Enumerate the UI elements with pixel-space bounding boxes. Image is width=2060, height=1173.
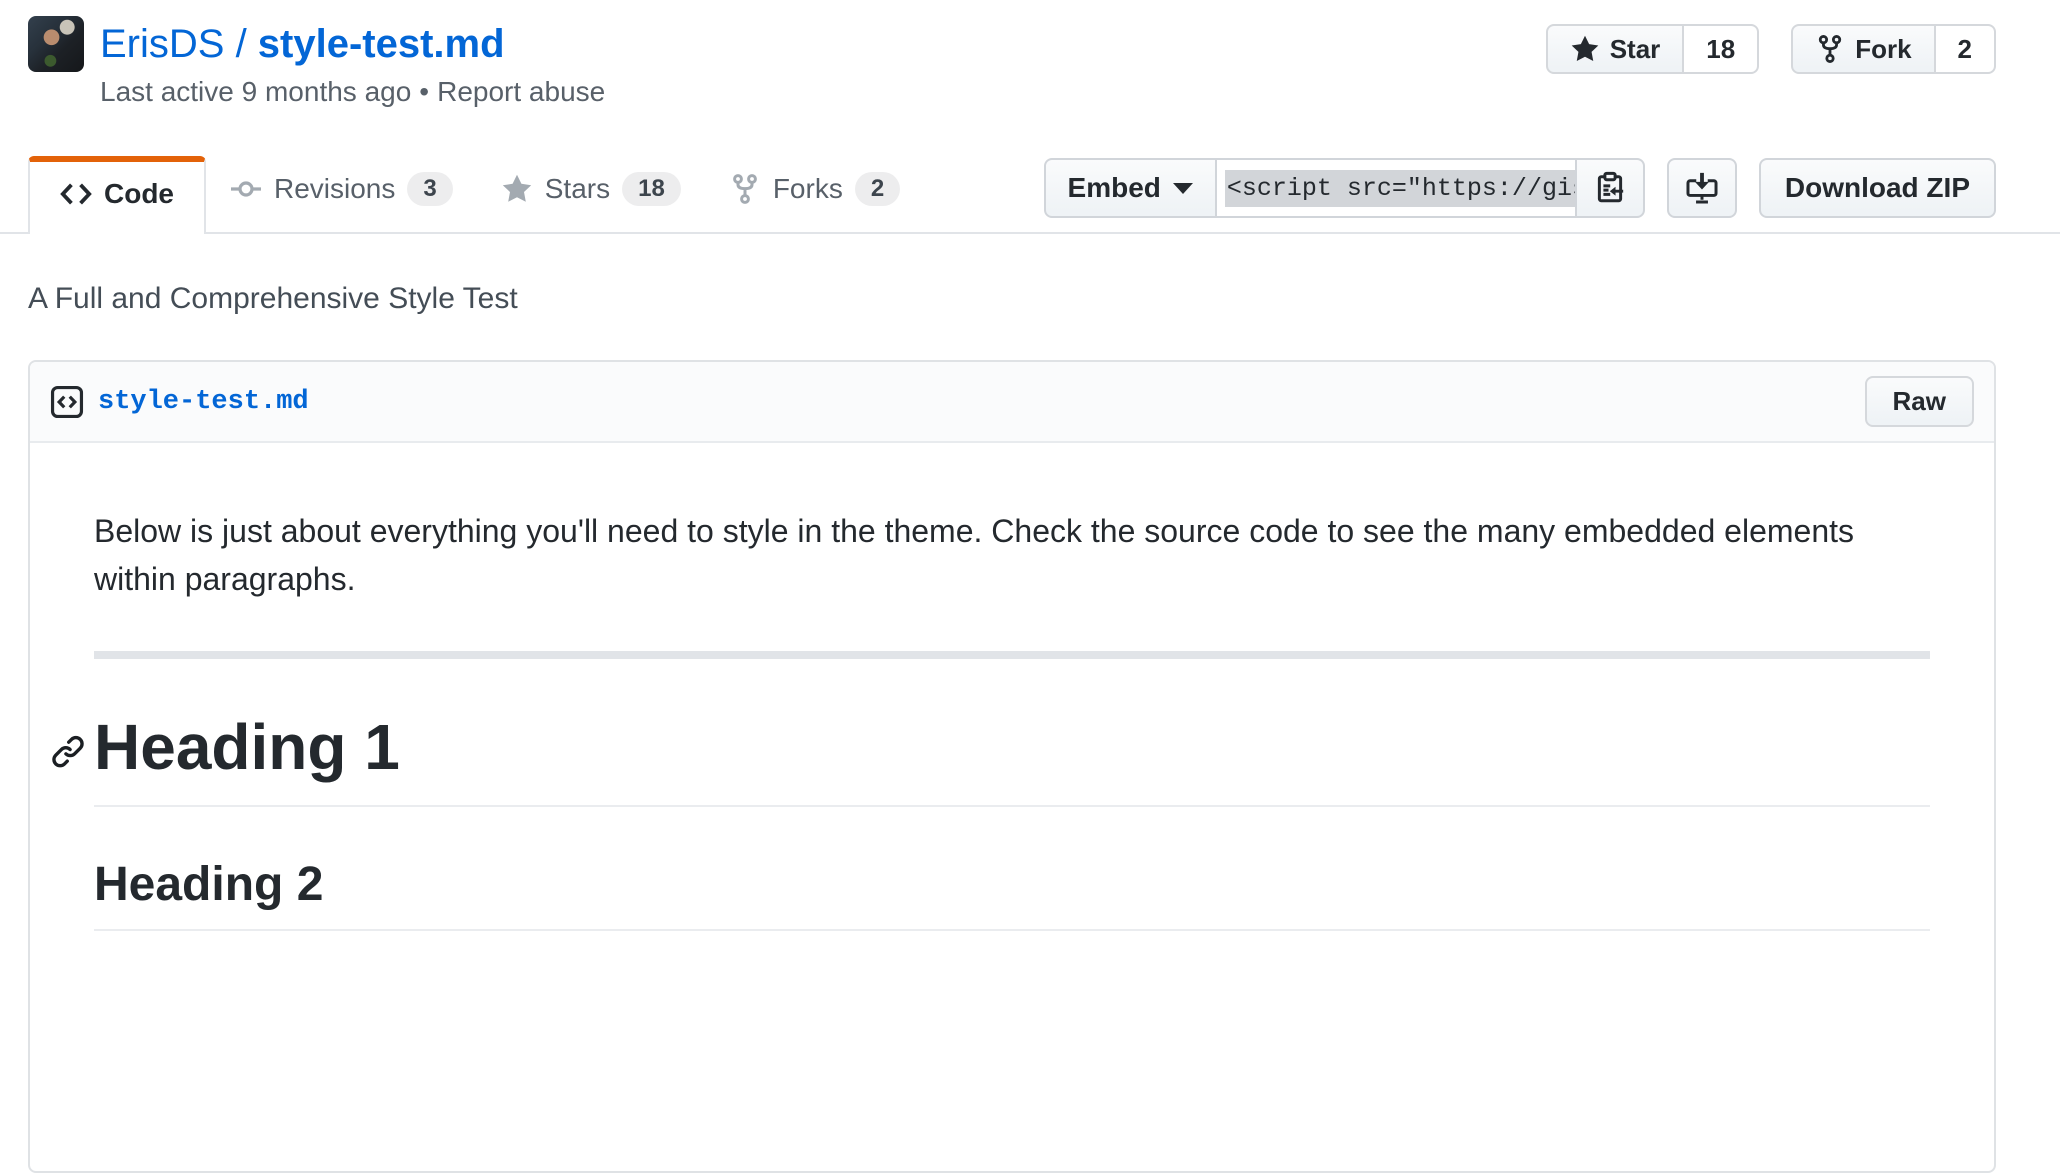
file-name-link[interactable]: style-test.md (98, 387, 309, 417)
gist-subtitle: Last active 9 months ago • Report abuse (100, 76, 605, 108)
gist-filename-link[interactable]: style-test.md (258, 22, 505, 66)
embed-input-group: Embed <script src="https://gist. (1044, 158, 1645, 218)
fork-label: Fork (1855, 34, 1911, 64)
star-label: Star (1610, 34, 1661, 64)
fork-icon (729, 173, 761, 205)
code-icon (60, 178, 92, 210)
embed-code-input[interactable]: <script src="https://gist. (1217, 158, 1575, 218)
stars-counter: 18 (622, 172, 681, 206)
tab-revisions-label: Revisions (274, 173, 395, 205)
tab-stars[interactable]: Stars 18 (477, 152, 705, 232)
heading-2-text: Heading 2 (94, 858, 323, 911)
header-actions: Star 18 Fork 2 (1546, 16, 1996, 74)
embed-dropdown-label: Embed (1068, 172, 1161, 204)
tab-revisions[interactable]: Revisions 3 (206, 152, 477, 232)
header-left: ErisDS / style-test.md Last active 9 mon… (28, 16, 605, 108)
fork-count[interactable]: 2 (1936, 24, 1996, 74)
tab-forks[interactable]: Forks 2 (705, 152, 924, 232)
horizontal-rule (94, 651, 1930, 659)
star-group: Star 18 (1546, 24, 1760, 74)
heading-1-text: Heading 1 (94, 711, 400, 783)
file-code-icon (50, 385, 84, 419)
tab-bar: Code Revisions 3 Stars 18 Forks 2 Embed (0, 152, 2060, 234)
gist-header: ErisDS / style-test.md Last active 9 mon… (0, 0, 2060, 108)
revisions-counter: 3 (407, 172, 452, 206)
page-title: ErisDS / style-test.md (100, 16, 605, 72)
gist-page: ErisDS / style-test.md Last active 9 mon… (0, 0, 2060, 996)
embed-controls: Embed <script src="https://gist. Downloa… (1044, 158, 1996, 218)
clipboard-copy-icon (1593, 171, 1627, 205)
download-zip-button[interactable]: Download ZIP (1759, 158, 1996, 218)
file-header: style-test.md Raw (30, 362, 1994, 443)
tabs-nav: Code Revisions 3 Stars 18 Forks 2 (28, 152, 924, 232)
markdown-body: Below is just about everything you'll ne… (30, 443, 1994, 1171)
fork-group: Fork 2 (1791, 24, 1996, 74)
tab-stars-label: Stars (545, 173, 610, 205)
title-block: ErisDS / style-test.md Last active 9 mon… (100, 16, 605, 108)
file-box: style-test.md Raw Below is just about ev… (28, 360, 1996, 1173)
star-icon (1570, 34, 1600, 64)
dot-separator: • (419, 76, 429, 107)
link-anchor-icon[interactable] (50, 734, 86, 770)
tab-code[interactable]: Code (28, 156, 206, 234)
fork-icon (1815, 34, 1845, 64)
title-separator: / (224, 22, 257, 66)
heading-1: Heading 1 (94, 707, 1930, 807)
tab-code-label: Code (104, 178, 174, 210)
file-info: style-test.md (50, 385, 309, 419)
avatar[interactable] (28, 16, 84, 72)
star-icon (501, 173, 533, 205)
last-active-text: Last active 9 months ago (100, 76, 411, 107)
commit-icon (230, 173, 262, 205)
forks-counter: 2 (855, 172, 900, 206)
caret-down-icon (1173, 183, 1193, 194)
heading-2: Heading 2 (94, 855, 1930, 931)
tab-forks-label: Forks (773, 173, 843, 205)
desktop-download-icon (1685, 171, 1719, 205)
report-abuse-link[interactable]: Report abuse (437, 76, 605, 107)
embed-code-text: <script src="https://gist. (1225, 170, 1575, 207)
gist-description: A Full and Comprehensive Style Test (28, 282, 1996, 316)
download-button[interactable] (1667, 158, 1737, 218)
owner-link[interactable]: ErisDS (100, 22, 224, 66)
intro-paragraph: Below is just about everything you'll ne… (94, 507, 1930, 603)
main-content: A Full and Comprehensive Style Test styl… (0, 282, 2060, 1173)
star-count[interactable]: 18 (1684, 24, 1759, 74)
fork-button[interactable]: Fork (1791, 24, 1935, 74)
copy-to-clipboard-button[interactable] (1575, 158, 1645, 218)
star-button[interactable]: Star (1546, 24, 1685, 74)
raw-button[interactable]: Raw (1865, 376, 1974, 427)
embed-dropdown-button[interactable]: Embed (1044, 158, 1217, 218)
